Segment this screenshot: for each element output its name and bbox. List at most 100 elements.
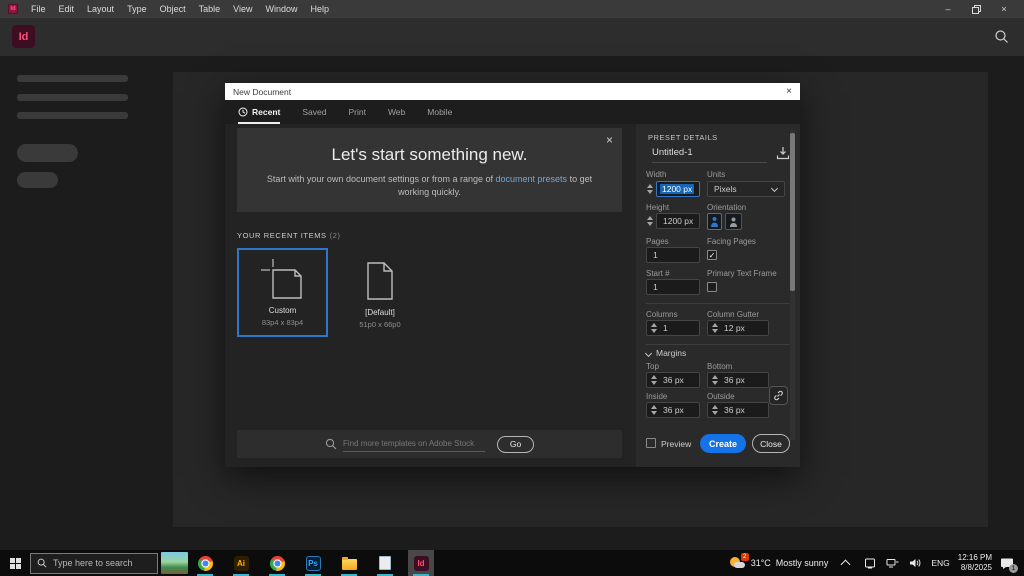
indesign-logo: Id: [12, 25, 35, 48]
windows-logo-icon: [10, 558, 21, 569]
menu-window[interactable]: Window: [265, 4, 297, 14]
margin-outside-stepper[interactable]: [710, 405, 720, 415]
width-stepper[interactable]: [645, 181, 655, 197]
chrome-icon[interactable]: [192, 550, 218, 576]
notification-badge: 1: [1009, 564, 1018, 573]
sidebar-skeleton-bar: [17, 94, 128, 101]
column-gutter-value: 12 px: [724, 323, 745, 333]
margins-section-header[interactable]: Margins: [646, 348, 686, 358]
network-icon[interactable]: [886, 557, 899, 569]
illustrator-icon[interactable]: Ai: [228, 550, 254, 576]
facing-pages-checkbox[interactable]: ✓: [707, 250, 717, 260]
news-interests-icon[interactable]: [161, 552, 188, 574]
date: 8/8/2025: [958, 563, 992, 573]
menu-edit[interactable]: Edit: [59, 4, 75, 14]
menu-layout[interactable]: Layout: [87, 4, 114, 14]
tab-mobile[interactable]: Mobile: [427, 100, 452, 124]
volume-icon[interactable]: [909, 557, 922, 569]
column-gutter-input[interactable]: 12 px: [707, 320, 769, 336]
temperature[interactable]: 31°C: [751, 558, 771, 568]
margin-inside-input[interactable]: 36 px: [646, 402, 700, 418]
margin-outside-input[interactable]: 36 px: [707, 402, 769, 418]
dialog-close-icon[interactable]: ×: [786, 87, 792, 97]
margin-bottom-input[interactable]: 36 px: [707, 372, 769, 388]
margin-outside-label: Outside: [707, 392, 735, 401]
tab-print[interactable]: Print: [348, 100, 365, 124]
columns-stepper[interactable]: [649, 323, 659, 333]
recent-item-custom[interactable]: Custom 83p4 x 83p4: [237, 248, 328, 337]
notification-center-icon[interactable]: 1: [1000, 557, 1014, 570]
close-icon[interactable]: ×: [990, 0, 1018, 18]
hero-close-icon[interactable]: ×: [606, 133, 613, 147]
photoshop-icon[interactable]: Ps: [300, 550, 326, 576]
recent-item-default[interactable]: [Default] 51p0 x 66p0: [341, 248, 419, 337]
dialog-title-bar: New Document ×: [225, 83, 800, 100]
preview-checkbox[interactable]: [646, 438, 656, 448]
tablet-mode-icon[interactable]: [864, 557, 876, 569]
minimize-icon[interactable]: –: [934, 0, 962, 18]
taskbar-clock[interactable]: 12:16 PM 8/8/2025: [958, 553, 992, 573]
columns-input[interactable]: 1: [646, 320, 700, 336]
menu-object[interactable]: Object: [160, 4, 186, 14]
hero-banner: × Let's start something new. Start with …: [237, 128, 622, 212]
close-button[interactable]: Close: [752, 434, 790, 453]
sidebar-skeleton-pill: [17, 172, 58, 188]
hero-subtext: Start with your own document settings or…: [265, 173, 595, 199]
margin-inside-stepper[interactable]: [649, 405, 659, 415]
margins-expand-icon: [645, 349, 652, 356]
menu-file[interactable]: File: [31, 4, 46, 14]
orientation-portrait-icon[interactable]: [707, 213, 722, 230]
pages-value: 1: [653, 250, 658, 260]
document-name-field[interactable]: Untitled-1: [652, 147, 767, 163]
preset-details-heading: PRESET DETAILS: [648, 133, 718, 142]
tab-saved[interactable]: Saved: [302, 100, 326, 124]
column-gutter-stepper[interactable]: [710, 323, 720, 333]
units-dropdown[interactable]: Pixels: [707, 181, 785, 197]
start-button[interactable]: [0, 550, 30, 576]
width-input[interactable]: 1200 px: [656, 181, 700, 197]
recent-item-dims: 83p4 x 83p4: [262, 318, 303, 327]
indesign-taskbar-icon[interactable]: Id: [408, 550, 434, 576]
stock-search-input[interactable]: Find more templates on Adobe Stock: [343, 437, 485, 452]
tab-web[interactable]: Web: [388, 100, 405, 124]
pages-input[interactable]: 1: [646, 247, 700, 263]
columns-value: 1: [663, 323, 668, 333]
start-number-input[interactable]: 1: [646, 279, 700, 295]
file-explorer-icon[interactable]: [336, 550, 362, 576]
create-button[interactable]: Create: [700, 434, 746, 453]
custom-document-icon: [259, 250, 307, 306]
orientation-landscape-icon[interactable]: [725, 213, 742, 230]
save-preset-icon[interactable]: [776, 146, 790, 165]
menu-table[interactable]: Table: [199, 4, 221, 14]
link-margins-icon[interactable]: [769, 386, 788, 405]
tab-recent[interactable]: Recent: [238, 100, 280, 124]
document-presets-link[interactable]: document presets: [496, 174, 568, 184]
chrome-icon-2[interactable]: [264, 550, 290, 576]
primary-text-frame-checkbox[interactable]: [707, 282, 717, 292]
margin-top-input[interactable]: 36 px: [646, 372, 700, 388]
height-input[interactable]: 1200 px: [656, 213, 700, 229]
primary-text-frame-label: Primary Text Frame: [707, 269, 777, 278]
menu-view[interactable]: View: [233, 4, 252, 14]
margin-bottom-stepper[interactable]: [710, 375, 720, 385]
height-stepper[interactable]: [645, 213, 655, 229]
language-indicator[interactable]: ENG: [931, 558, 949, 568]
recent-items-heading-text: YOUR RECENT ITEMS: [237, 231, 327, 240]
divider: [646, 344, 791, 345]
taskbar-search-box[interactable]: Type here to search: [30, 553, 158, 574]
search-icon[interactable]: [994, 29, 1010, 45]
menu-type[interactable]: Type: [127, 4, 147, 14]
restore-icon[interactable]: [962, 0, 990, 18]
scrollbar-thumb[interactable]: [790, 133, 795, 291]
preset-panel-scrollbar[interactable]: [790, 130, 795, 440]
tray-expand-icon[interactable]: [841, 560, 851, 570]
notes-app-icon[interactable]: [372, 550, 398, 576]
width-label: Width: [646, 170, 666, 179]
weather-icon[interactable]: 2: [730, 556, 746, 570]
go-button[interactable]: Go: [497, 436, 534, 453]
margin-inside-label: Inside: [646, 392, 667, 401]
weather-condition[interactable]: Mostly sunny: [776, 558, 829, 568]
recent-items-count: (2): [330, 231, 341, 240]
menu-help[interactable]: Help: [310, 4, 329, 14]
margin-top-stepper[interactable]: [649, 375, 659, 385]
